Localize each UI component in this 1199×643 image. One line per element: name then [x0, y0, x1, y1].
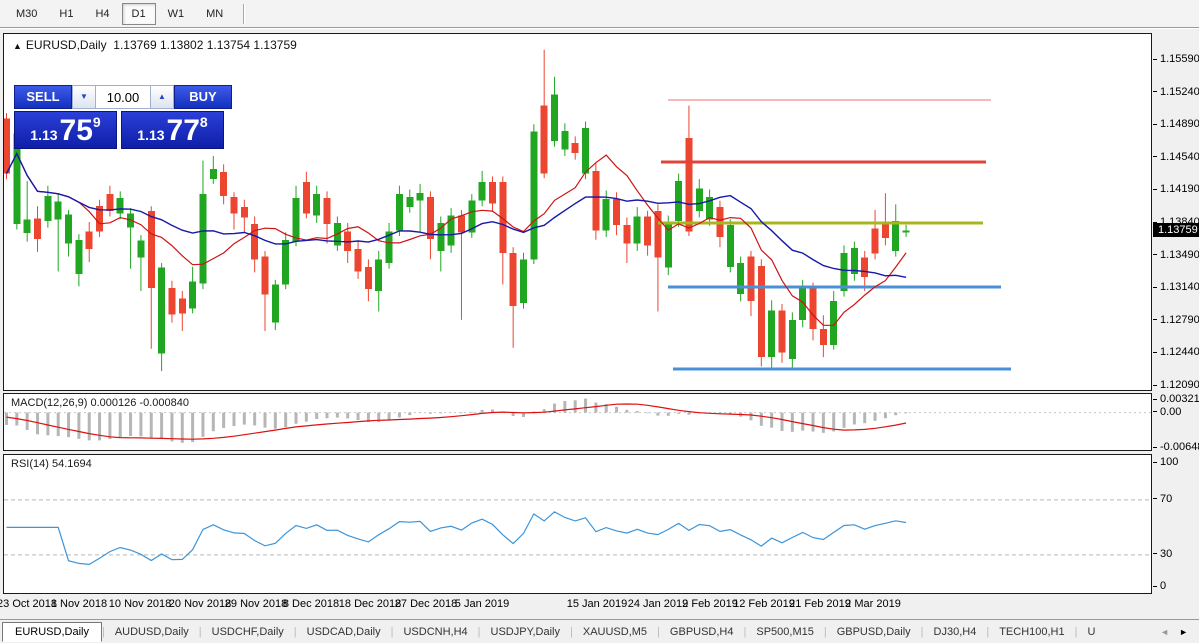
price-axis-label: 1.12090 — [1153, 379, 1199, 391]
chart-title: ▲ EURUSD,Daily 1.13769 1.13802 1.13754 1.… — [13, 38, 297, 52]
date-axis-label: 18 Dec 2018 — [338, 598, 402, 610]
buy-price-display[interactable]: 1.13 77 8 — [121, 111, 224, 149]
buy-price-sup: 8 — [199, 114, 208, 130]
buy-price-prefix: 1.13 — [137, 127, 165, 143]
macd-label: MACD(12,26,9) 0.000126 -0.000840 — [11, 397, 189, 409]
price-axis-label: 1.13140 — [1153, 281, 1199, 293]
timeframe-tab-mn[interactable]: MN — [196, 3, 233, 25]
macd-axis-label: 0.003216 — [1153, 393, 1199, 405]
volume-input[interactable] — [96, 85, 150, 109]
collapse-panel-icon[interactable]: ▲ — [13, 41, 22, 51]
timeframe-tab-h1[interactable]: H1 — [49, 3, 83, 25]
date-axis-label: 27 Dec 2018 — [394, 598, 458, 610]
sell-price-prefix: 1.13 — [30, 127, 58, 143]
price-chart-panel: ▲ EURUSD,Daily 1.13769 1.13802 1.13754 1.… — [3, 33, 1152, 391]
timeframe-tab-d1[interactable]: D1 — [121, 2, 156, 25]
chart-symbol-label: EURUSD,Daily — [25, 38, 107, 52]
date-axis: 23 Oct 2018 1 Nov 2018 10 Nov 2018 20 Nov 2… — [0, 598, 1152, 616]
buy-button[interactable]: BUY — [174, 85, 232, 109]
date-axis-label: 8 Dec 2018 — [282, 598, 340, 610]
price-axis-label: 1.15590 — [1153, 53, 1199, 65]
volume-increase-button[interactable]: ▲ — [150, 85, 174, 109]
price-axis-label: 1.12790 — [1153, 314, 1199, 326]
sell-price-big: 75 — [59, 114, 93, 147]
buy-price-big: 77 — [166, 114, 200, 147]
symbol-tab-audusd-daily[interactable]: AUDUSD,Daily — [105, 623, 199, 641]
symbol-tab-xauusd-m5[interactable]: XAUUSD,M5 — [573, 623, 657, 641]
sell-button[interactable]: SELL — [14, 85, 72, 109]
date-axis-label: 15 Jan 2019 — [566, 598, 628, 610]
price-axis-label: 1.12440 — [1153, 346, 1199, 358]
symbol-tab-usdcad-daily[interactable]: USDCAD,Daily — [297, 623, 391, 641]
current-price-badge: 1.13759 — [1153, 222, 1199, 237]
rsi-axis-label: 30 — [1153, 548, 1172, 560]
rsi-chart-canvas — [4, 499, 1151, 566]
rsi-axis-label: 100 — [1153, 456, 1178, 468]
date-axis-label: 24 Jan 2019 — [627, 598, 689, 610]
date-axis-label: 23 Oct 2018 — [0, 598, 57, 610]
tabs-scroll-left-icon[interactable]: ◄ — [1155, 625, 1174, 639]
rsi-label: RSI(14) 54.1694 — [11, 458, 92, 470]
symbol-tab-bar: EURUSD,Daily | AUDUSD,Daily | USDCHF,Daily | U… — [0, 619, 1199, 643]
date-axis-label: 20 Nov 2018 — [168, 598, 232, 610]
timeframe-toolbar: M30 H1 H4 D1 W1 MN — [0, 0, 1199, 28]
symbol-tab-usdchf-daily[interactable]: USDCHF,Daily — [202, 623, 294, 641]
tab-scroll-controls: ◄ ► — [1155, 625, 1199, 639]
symbol-tab-dj30-h4[interactable]: DJ30,H4 — [924, 623, 987, 641]
sell-price-sup: 9 — [92, 114, 101, 130]
sell-price-display[interactable]: 1.13 75 9 — [14, 111, 117, 149]
date-axis-label: 5 Jan 2019 — [454, 598, 510, 610]
macd-axis-label: -0.006485 — [1153, 441, 1199, 453]
rsi-indicator-panel: RSI(14) 54.1694 — [3, 454, 1152, 594]
volume-decrease-button[interactable]: ▼ — [72, 85, 96, 109]
date-axis-label: 2 Feb 2019 — [682, 598, 738, 610]
symbol-tab-usdcnh-h4[interactable]: USDCNH,H4 — [393, 623, 477, 641]
symbol-tab-sp500-m15[interactable]: SP500,M15 — [746, 623, 823, 641]
rsi-axis-label: 0 — [1153, 580, 1166, 592]
price-axis: 1.155901.152401.148901.145401.141901.138… — [1153, 33, 1199, 618]
toolbar-separator — [243, 3, 245, 24]
chart-ohlc-values: 1.13769 1.13802 1.13754 1.13759 — [113, 38, 297, 52]
date-axis-label: 10 Nov 2018 — [108, 598, 172, 610]
macd-axis-label: 0.00 — [1153, 406, 1181, 418]
symbol-tab-tech100-h1[interactable]: TECH100,H1 — [989, 623, 1074, 641]
price-axis-label: 1.13490 — [1153, 249, 1199, 261]
date-axis-label: 12 Feb 2019 — [733, 598, 795, 610]
timeframe-tab-h4[interactable]: H4 — [85, 3, 119, 25]
one-click-trading-panel: SELL ▼ ▲ BUY 1.13 75 9 1.13 77 8 — [14, 85, 232, 149]
tabs-scroll-right-icon[interactable]: ► — [1174, 625, 1193, 639]
price-axis-label: 1.14540 — [1153, 151, 1199, 163]
timeframe-tab-m30[interactable]: M30 — [6, 3, 47, 25]
symbol-tab-usdjpy-daily[interactable]: USDJPY,Daily — [481, 623, 571, 641]
timeframe-tab-w1[interactable]: W1 — [158, 3, 195, 25]
price-axis-label: 1.14890 — [1153, 118, 1199, 130]
date-axis-label: 29 Nov 2018 — [224, 598, 288, 610]
date-axis-label: 2 Mar 2019 — [845, 598, 901, 610]
rsi-axis-label: 70 — [1153, 493, 1172, 505]
symbol-tab-eurusd-daily[interactable]: EURUSD,Daily — [2, 621, 102, 642]
symbol-tab-u[interactable]: U — [1077, 623, 1105, 641]
date-axis-label: 21 Feb 2019 — [789, 598, 851, 610]
symbol-tab-gbpusd-daily[interactable]: GBPUSD,Daily — [827, 623, 921, 641]
macd-indicator-panel: MACD(12,26,9) 0.000126 -0.000840 — [3, 393, 1152, 451]
price-axis-label: 1.15240 — [1153, 86, 1199, 98]
price-axis-label: 1.14190 — [1153, 183, 1199, 195]
date-axis-label: 1 Nov 2018 — [50, 598, 108, 610]
symbol-tab-gbpusd-h4[interactable]: GBPUSD,H4 — [660, 623, 744, 641]
